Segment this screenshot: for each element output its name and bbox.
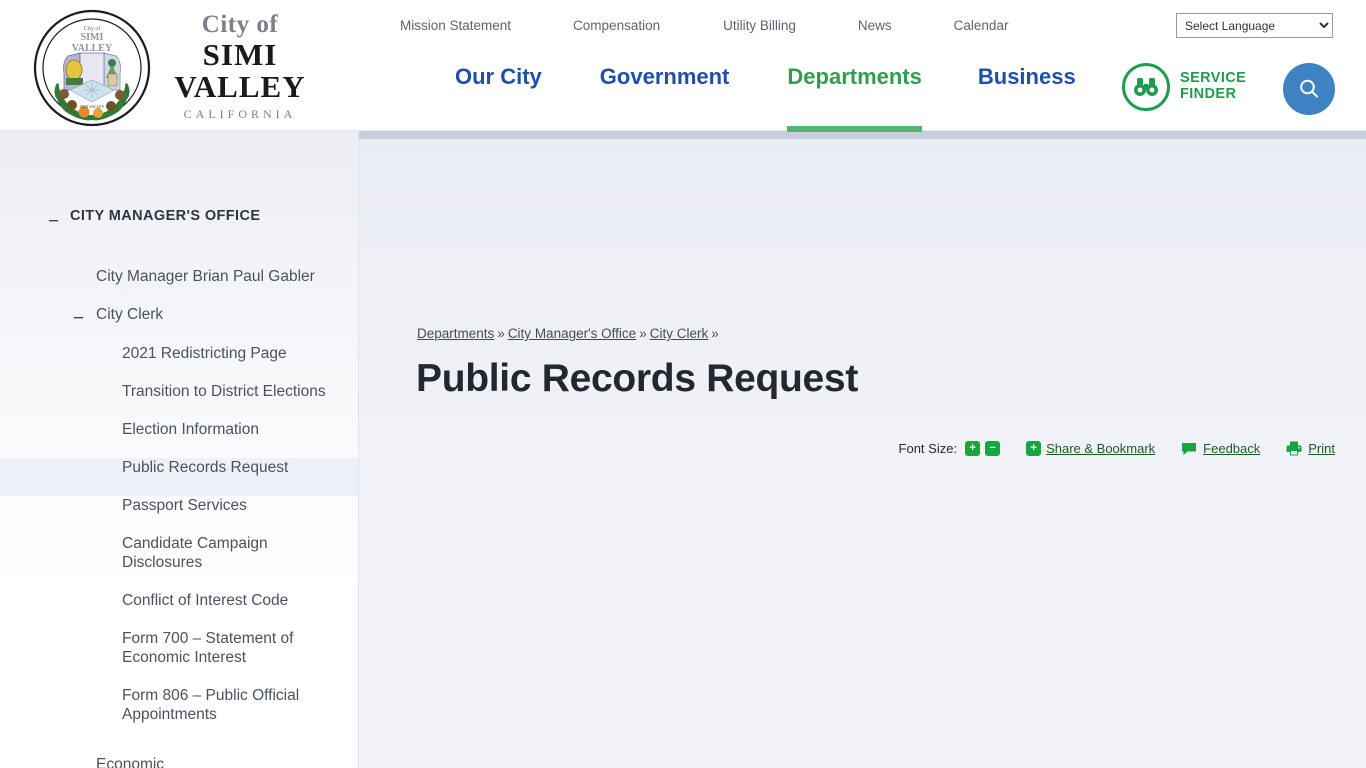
sidebar-item-label: Economic Development/Business Assistance bbox=[96, 756, 165, 768]
sidebar-item-label: Form 700 – Statement of Economic Interes… bbox=[122, 630, 294, 667]
wordmark-california: CALIFORNIA bbox=[183, 107, 297, 121]
sidebar-item-label: CITY MANAGER'S OFFICE bbox=[70, 208, 261, 224]
main-content: Departments» City Manager's Office» City C… bbox=[359, 131, 1366, 768]
sidebar-item-label: City Clerk bbox=[96, 306, 164, 323]
sidebar-item-label: Election Information bbox=[122, 421, 259, 438]
sidebar-item-2021-redistricting-page[interactable]: 2021 Redistricting Page bbox=[0, 344, 358, 382]
wordmark: City of SIMI VALLEY CALIFORNIA bbox=[160, 12, 320, 120]
wordmark-simi: SIMI bbox=[202, 37, 278, 72]
sidebar-item-economic-development-business-assistance[interactable]: + Economic Development/Business Assistan… bbox=[0, 756, 358, 768]
collapse-minus-icon[interactable]: − bbox=[73, 309, 84, 328]
svg-text:City of: City of bbox=[84, 25, 101, 32]
utility-nav: Mission Statement Compensation Utility B… bbox=[400, 0, 1008, 50]
nav-item-departments-label: Departments bbox=[787, 64, 922, 89]
sidebar-list: − CITY MANAGER'S OFFICE City Manager Bri… bbox=[0, 131, 358, 768]
sidebar-item-city-managers-office[interactable]: − CITY MANAGER'S OFFICE bbox=[0, 208, 358, 246]
sidebar-item-election-information[interactable]: Election Information bbox=[0, 420, 358, 458]
sidebar-nav: − CITY MANAGER'S OFFICE City Manager Bri… bbox=[0, 131, 359, 768]
sidebar-item-public-records-request[interactable]: Public Records Request bbox=[0, 458, 358, 496]
logo-block[interactable]: City of SIMI VALLEY CALIFORNIA bbox=[0, 0, 360, 131]
service-finder-text: SERVICE FINDER bbox=[1180, 71, 1246, 102]
sidebar-item-label: 2021 Redistricting Page bbox=[122, 345, 287, 362]
wordmark-valley: VALLEY bbox=[174, 69, 306, 104]
sidebar-item-city-manager-brian-paul-gabler[interactable]: City Manager Brian Paul Gabler bbox=[0, 268, 358, 306]
site-header: City of SIMI VALLEY CALIFORNIA bbox=[0, 0, 1366, 132]
nav-item-government[interactable]: Government bbox=[600, 58, 730, 90]
sidebar-item-label: City Manager Brian Paul Gabler bbox=[96, 268, 315, 285]
svg-text:SIMI: SIMI bbox=[81, 32, 104, 43]
page-title: Public Records Request bbox=[416, 357, 859, 400]
binoculars-icon bbox=[1122, 63, 1170, 111]
sidebar-item-candidate-campaign-disclosures[interactable]: Candidate Campaign Disclosures bbox=[0, 534, 358, 591]
wordmark-city-of: City of bbox=[201, 11, 279, 38]
nav-item-our-city[interactable]: Our City bbox=[455, 58, 542, 90]
print-group[interactable]: Print bbox=[1286, 441, 1335, 456]
svg-text:VALLEY: VALLEY bbox=[72, 43, 113, 54]
sidebar-item-label: Candidate Campaign Disclosures bbox=[122, 535, 268, 572]
sidebar-item-city-clerk[interactable]: − City Clerk bbox=[0, 306, 358, 344]
share-plus-icon[interactable]: + bbox=[1026, 441, 1042, 456]
service-finder-button[interactable]: SERVICE FINDER bbox=[1122, 63, 1246, 111]
sidebar-item-transition-to-district-elections[interactable]: Transition to District Elections bbox=[0, 382, 358, 420]
font-size-decrease-button[interactable]: − bbox=[985, 441, 1001, 456]
nav-item-departments[interactable]: Departments bbox=[787, 58, 922, 132]
page-toolbar: Font Size: + − + Share & Bookmark Feedba… bbox=[899, 441, 1335, 456]
utility-link-calendar[interactable]: Calendar bbox=[954, 18, 1009, 33]
font-size-increase-button[interactable]: + bbox=[965, 441, 981, 456]
utility-link-compensation[interactable]: Compensation bbox=[573, 18, 660, 33]
utility-link-mission-statement[interactable]: Mission Statement bbox=[400, 18, 511, 33]
breadcrumb-separator: » bbox=[711, 326, 719, 341]
share-bookmark-link[interactable]: Share & Bookmark bbox=[1046, 441, 1155, 456]
sidebar-item-label: Public Records Request bbox=[122, 459, 289, 476]
sidebar-item-conflict-of-interest-code[interactable]: Conflict of Interest Code bbox=[0, 591, 358, 629]
utility-link-utility-billing[interactable]: Utility Billing bbox=[723, 18, 796, 33]
main-nav: Our City Government Departments Business bbox=[455, 58, 1076, 132]
feedback-link[interactable]: Feedback bbox=[1203, 441, 1260, 456]
sidebar-item-label: Transition to District Elections bbox=[122, 383, 326, 400]
svg-text:SIMI VALLEY: SIMI VALLEY bbox=[80, 104, 105, 109]
print-link[interactable]: Print bbox=[1308, 441, 1335, 456]
search-button[interactable] bbox=[1283, 63, 1335, 115]
collapse-minus-icon[interactable]: − bbox=[48, 212, 59, 231]
sidebar-item-label: Form 806 – Public Official Appointments bbox=[122, 687, 300, 724]
speech-bubble-icon bbox=[1181, 442, 1197, 456]
service-finder-line1: SERVICE bbox=[1180, 70, 1247, 87]
language-select[interactable]: Select Language bbox=[1176, 13, 1333, 38]
utility-link-news[interactable]: News bbox=[858, 18, 892, 33]
breadcrumb-link-city-clerk[interactable]: City Clerk bbox=[650, 326, 709, 341]
share-bookmark-group[interactable]: + Share & Bookmark bbox=[1026, 441, 1155, 456]
sidebar-item-label: Passport Services bbox=[122, 497, 247, 514]
nav-active-underline bbox=[787, 126, 922, 132]
sidebar-item-form-700[interactable]: Form 700 – Statement of Economic Interes… bbox=[0, 629, 358, 686]
city-seal-icon: City of SIMI VALLEY CALIFORNIA bbox=[28, 8, 156, 128]
search-icon bbox=[1300, 79, 1318, 98]
breadcrumb-link-city-managers-office[interactable]: City Manager's Office bbox=[508, 326, 636, 341]
service-finder-line2: FINDER bbox=[1180, 86, 1237, 102]
sidebar-item-label: Conflict of Interest Code bbox=[122, 592, 289, 609]
nav-item-business[interactable]: Business bbox=[978, 58, 1076, 90]
breadcrumb-link-departments[interactable]: Departments bbox=[417, 326, 494, 341]
font-size-label: Font Size: bbox=[898, 441, 958, 456]
printer-icon bbox=[1286, 441, 1302, 456]
breadcrumb-separator: » bbox=[639, 326, 647, 341]
feedback-group[interactable]: Feedback bbox=[1181, 441, 1260, 456]
sidebar-item-passport-services[interactable]: Passport Services bbox=[0, 496, 358, 534]
sidebar-item-form-806[interactable]: Form 806 – Public Official Appointments bbox=[0, 686, 358, 743]
breadcrumb-separator: » bbox=[497, 326, 505, 341]
breadcrumb: Departments» City Manager's Office» City C… bbox=[417, 326, 722, 341]
